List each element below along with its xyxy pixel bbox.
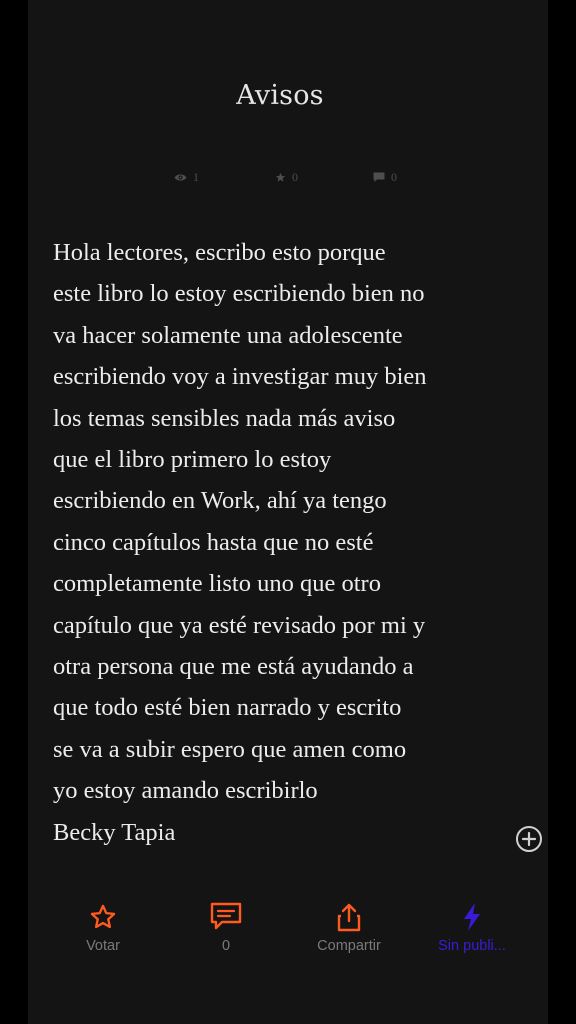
reads-count: 1 xyxy=(193,170,199,184)
comments-count: 0 xyxy=(391,170,397,184)
paragraph-line: se va a subir espero que amen como xyxy=(53,735,407,763)
share-label: Compartir xyxy=(317,938,381,954)
comment-count-label: 0 xyxy=(221,938,231,954)
votes-stat: 0 xyxy=(275,170,298,184)
reads-stat: 1 xyxy=(174,170,199,184)
paragraph-line: los temas sensibles nada más aviso xyxy=(53,404,396,432)
publish-status-button[interactable]: Sin publi... xyxy=(417,900,527,954)
paragraph-line: yo estoy amando escribirlo xyxy=(53,777,318,805)
author-signature: Becky Tapia xyxy=(53,818,176,846)
paragraph-line: que el libro primero lo estoy xyxy=(53,446,332,474)
comments-button[interactable]: 0 xyxy=(171,900,281,954)
comment-outline-icon xyxy=(210,900,242,934)
vote-label: Votar xyxy=(86,938,120,954)
paragraph-line: este libro lo estoy escribiendo bien no xyxy=(53,280,425,308)
paragraph-line: va hacer solamente una adolescente xyxy=(53,321,403,349)
paragraph-line: capítulo que ya esté revisado por mi y xyxy=(53,611,426,639)
votes-count: 0 xyxy=(292,170,298,184)
paragraph-line: escribiendo voy a investigar muy bien xyxy=(53,363,427,391)
paragraph-line: otra persona que me está ayudando a xyxy=(53,653,414,681)
part-title: Avisos xyxy=(236,80,324,111)
paragraph-line: Hola lectores, escribo esto porque xyxy=(53,239,386,266)
add-inline-comment-button[interactable] xyxy=(514,824,544,854)
vote-button[interactable]: Votar xyxy=(48,900,158,954)
share-button[interactable]: Compartir xyxy=(294,900,404,954)
plus-circle-icon xyxy=(514,826,544,858)
star-icon xyxy=(275,172,286,183)
lightning-icon xyxy=(461,900,483,934)
story-reader: Avisos 1 0 0 Hola lectores, escribo esto… xyxy=(28,0,548,1024)
star-outline-icon xyxy=(89,900,117,934)
publish-status-label: Sin publi... xyxy=(438,938,506,954)
paragraph-line: escribiendo en Work, ahí ya tengo xyxy=(53,487,387,515)
story-stats: 1 0 0 xyxy=(28,170,548,184)
comments-stat: 0 xyxy=(373,170,397,184)
paragraph-line: cinco capítulos hasta que no esté xyxy=(53,528,374,556)
screen: Avisos 1 0 0 Hola lectores, escribo esto… xyxy=(0,0,576,1024)
paragraph-line: que todo esté bien narrado y escrito xyxy=(53,694,402,722)
eye-icon xyxy=(174,173,187,182)
story-body: Hola lectores, escribo esto porque este … xyxy=(53,232,523,853)
comment-icon xyxy=(373,172,385,183)
paragraph-line: completamente listo uno que otro xyxy=(53,570,381,598)
share-icon xyxy=(336,900,362,934)
bottom-action-bar: Votar 0 Compartir Sin publi... xyxy=(28,900,548,970)
